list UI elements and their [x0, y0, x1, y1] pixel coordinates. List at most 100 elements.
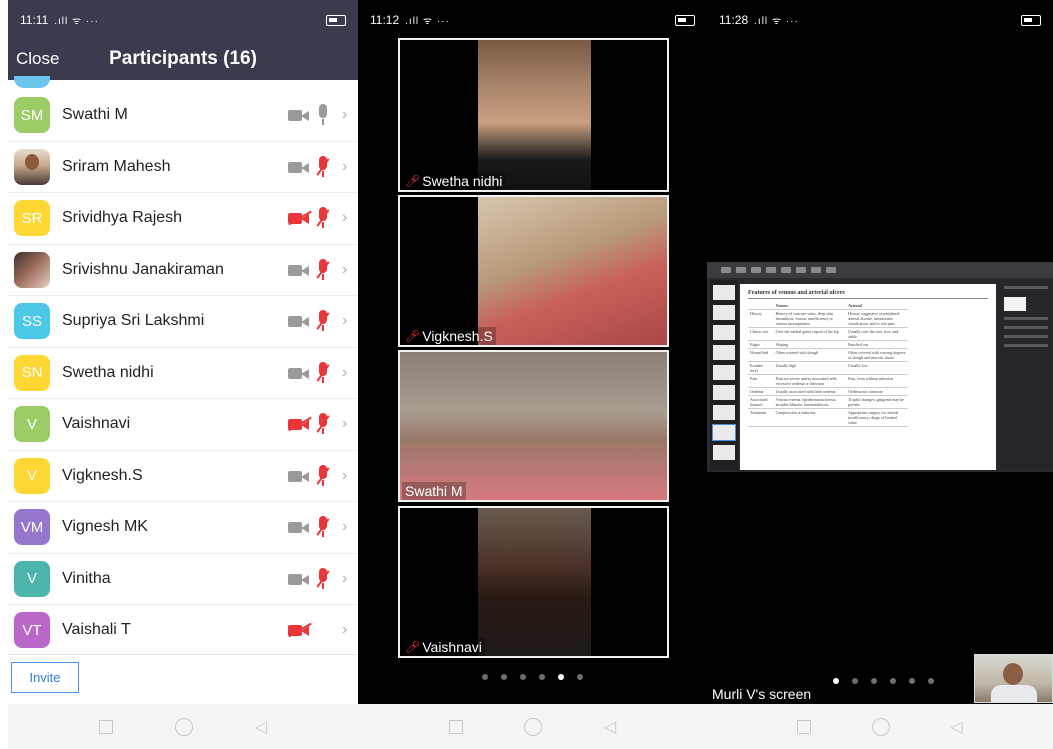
video-camera-icon	[288, 263, 310, 277]
chevron-right-icon: ›	[342, 260, 348, 278]
chevron-right-icon: ›	[342, 312, 348, 330]
participant-row[interactable]: SN Swetha nidhi ›	[8, 348, 358, 399]
video-tile[interactable]: 🎤︎ Vaishnavi	[398, 506, 669, 658]
tile-label: 🎤︎ Swetha nidhi	[402, 172, 506, 190]
video-feed	[478, 508, 591, 656]
participant-row[interactable]: V Vaishnavi ›	[8, 399, 358, 451]
video-feed	[478, 197, 667, 345]
table-cell: Classic site	[748, 327, 774, 341]
page-dot[interactable]	[520, 674, 526, 680]
chevron-right-icon: ›	[342, 466, 348, 484]
battery-icon	[1021, 14, 1041, 26]
battery-icon	[675, 14, 695, 26]
table-header	[748, 302, 774, 310]
avatar: SR	[14, 200, 50, 237]
table-cell: Usually high	[773, 361, 847, 375]
screen-share-label: Murli V's screen	[712, 686, 812, 702]
participant-name: Srivishnu Janakiraman	[62, 260, 224, 278]
participant-name: Supriya Sri Lakshmi	[62, 312, 205, 330]
table-cell: History suggestive of peripheral arteria…	[846, 309, 908, 328]
back-icon[interactable]: ◁	[255, 717, 267, 737]
status-bar: 11:28 .ıll ᯤ ···	[707, 0, 1053, 40]
tile-label: 🎤︎ Vigknesh.S	[402, 327, 496, 345]
scrolled-row-peek	[8, 76, 358, 90]
page-indicator[interactable]	[358, 674, 707, 680]
back-icon[interactable]: ◁	[604, 717, 616, 737]
participant-row[interactable]: Sriram Mahesh ›	[8, 142, 358, 193]
page-dot[interactable]	[833, 678, 839, 684]
page-dot[interactable]	[501, 674, 507, 680]
chevron-right-icon: ›	[342, 363, 348, 381]
page-title: Participants (16)	[109, 48, 257, 69]
table-header: Arterial	[846, 302, 908, 310]
slide-canvas: Features of venous and arterial ulcers V…	[740, 284, 996, 470]
table-row: Pain Pain not severe unless associated wi…	[748, 374, 908, 388]
tile-label: 🎤︎ Vaishnavi	[402, 638, 485, 656]
table-row: Edges Sloping Punched out	[748, 340, 908, 349]
participant-row[interactable]: V Vigknesh.S ›	[8, 451, 358, 502]
self-view-thumbnail[interactable]	[974, 654, 1053, 703]
participant-row[interactable]: SM Swathi M ›	[8, 90, 358, 142]
table-cell: History of varicose veins, deep vein thr…	[773, 309, 847, 328]
recents-icon[interactable]	[98, 719, 113, 734]
participants-screen: 11:11 .ıll ᯤ ··· Close Participants (16)…	[8, 0, 358, 749]
video-off-icon	[288, 211, 310, 225]
participant-row[interactable]: Srivishnu Janakiraman ›	[8, 245, 358, 296]
table-cell: Wound bed	[748, 348, 774, 362]
table-cell: Pain	[748, 374, 774, 388]
video-tile[interactable]: 🎤︎ Swetha nidhi	[398, 38, 669, 192]
page-dot[interactable]	[482, 674, 488, 680]
mic-muted-icon	[316, 464, 330, 487]
participant-name: Swetha nidhi	[62, 363, 154, 381]
close-button[interactable]: Close	[16, 49, 59, 69]
avatar: V	[14, 560, 50, 597]
participant-row[interactable]: VT Vaishali T ›	[8, 605, 358, 657]
tile-name: Swetha nidhi	[422, 173, 503, 189]
status-time: 11:28	[719, 13, 749, 27]
invite-button[interactable]: Invite	[11, 662, 79, 693]
tile-name: Swathi M	[405, 483, 463, 499]
page-indicator[interactable]	[833, 678, 934, 684]
recents-icon[interactable]	[448, 719, 463, 734]
recents-icon[interactable]	[797, 719, 812, 734]
participant-row[interactable]: SS Supriya Sri Lakshmi ›	[8, 296, 358, 348]
page-dot[interactable]	[539, 674, 545, 680]
table-row: Oedema Usually associated with limb oedem…	[748, 387, 908, 396]
tile-name: Vigknesh.S	[422, 328, 493, 344]
page-dot[interactable]	[928, 678, 934, 684]
home-icon[interactable]	[524, 717, 543, 736]
home-icon[interactable]	[174, 717, 193, 736]
back-icon[interactable]: ◁	[950, 717, 962, 737]
participant-row[interactable]: SR Srividhya Rajesh ›	[8, 193, 358, 245]
shared-screen[interactable]: Features of venous and arterial ulcers V…	[707, 262, 1053, 472]
table-row: Exudate level Usually high Usually low	[748, 361, 908, 375]
battery-icon	[326, 14, 346, 26]
video-camera-icon	[288, 314, 310, 328]
table-cell: History	[748, 309, 774, 328]
page-dot[interactable]	[909, 678, 915, 684]
participant-row[interactable]: VM Vignesh MK ›	[8, 502, 358, 554]
table-row: Treatment Compression is mainstay Appropri…	[748, 408, 908, 427]
page-dot[interactable]	[852, 678, 858, 684]
status-time: 11:12	[370, 13, 400, 27]
video-camera-icon	[288, 366, 310, 380]
page-dot[interactable]	[577, 674, 583, 680]
status-bar: 11:12 .ıll ᯤ ···	[358, 0, 707, 40]
mic-muted-icon	[316, 361, 330, 384]
avatar: VM	[14, 509, 50, 546]
table-cell: Venous eczema, lipodermatosclerosis, atr…	[773, 395, 847, 409]
video-camera-icon	[288, 520, 310, 534]
participant-name: Vaishali T	[62, 621, 131, 639]
participant-row[interactable]: V Vinitha ›	[8, 554, 358, 605]
avatar: SM	[14, 97, 50, 134]
page-dot[interactable]	[890, 678, 896, 684]
video-tile[interactable]: 🎤︎ Vigknesh.S	[398, 195, 669, 347]
participants-footer: Invite	[8, 654, 358, 704]
page-dot[interactable]	[558, 674, 564, 680]
home-icon[interactable]	[871, 717, 890, 736]
page-dot[interactable]	[871, 678, 877, 684]
video-tile[interactable]: Swathi M	[398, 350, 669, 502]
avatar	[14, 251, 50, 288]
chevron-right-icon: ›	[342, 518, 348, 536]
participant-name: Vaishnavi	[62, 415, 131, 433]
